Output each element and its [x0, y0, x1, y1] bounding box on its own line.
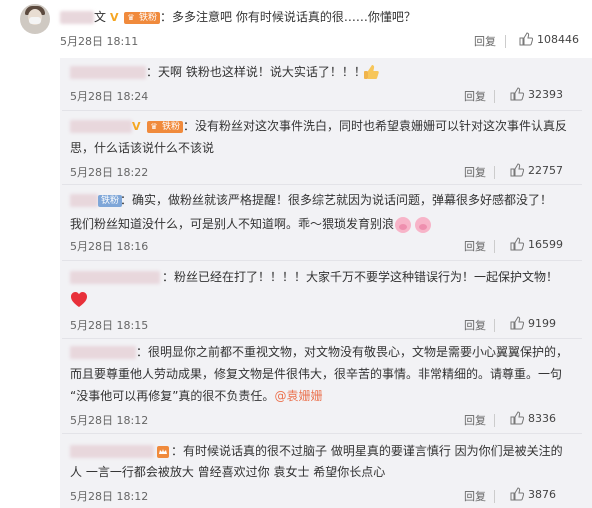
verified-v-icon: V	[132, 120, 141, 133]
thumb-up-icon	[519, 32, 534, 46]
reply-username-blurred[interactable]	[70, 346, 136, 359]
separator	[494, 240, 495, 253]
reply-text-line2: 思，什么话该说什么不该说	[70, 141, 215, 155]
separator	[494, 90, 495, 103]
reply-time: 5月28日 18:12	[70, 490, 149, 503]
fan-badge: 铁粉	[98, 195, 123, 207]
reply-button[interactable]: 回复	[464, 317, 486, 333]
separator	[494, 414, 495, 427]
like-button[interactable]: 22757	[510, 163, 563, 177]
main-comment: 文 V ♛ 铁粉 ：多多注意吧 你有时候说话真的很……你懂吧？ 5月28日 18:…	[0, 0, 592, 56]
reply-button[interactable]: 回复	[464, 238, 486, 254]
reply-text-line1: ：很明显你之前都不重视文物，对文物没有敬畏心，文物是需要小心翼翼保护的，	[136, 345, 569, 359]
username-suffix[interactable]: 文	[94, 7, 106, 27]
thumbs-up-emoji-icon	[362, 63, 380, 84]
fan-level-icon: ♛	[150, 122, 158, 131]
like-button[interactable]: 3876	[510, 487, 556, 501]
pig-face-emoji-icon	[394, 216, 432, 237]
reply-username-blurred[interactable]	[70, 120, 132, 133]
reply-text-line2: 人 一言一行都会被放大 曾经喜欢过你 袁女士 希望你长点心	[70, 465, 386, 479]
thumb-up-icon	[510, 411, 525, 425]
fan-level-badge	[157, 446, 169, 461]
divider	[62, 433, 582, 434]
like-button[interactable]: 16599	[510, 237, 563, 251]
mention-link[interactable]: @袁姗姗	[274, 389, 322, 403]
avatar-mask	[29, 17, 41, 24]
separator	[494, 166, 495, 179]
reply-button[interactable]: 回复	[464, 88, 486, 104]
divider	[62, 110, 582, 111]
thumb-up-icon	[510, 316, 525, 330]
red-heart-emoji-icon	[70, 291, 88, 312]
thumb-up-icon	[510, 87, 525, 101]
thumb-up-icon	[510, 163, 525, 177]
reply-text-line1: ：粉丝已经在打了！！！！大家千万不要学这种错误行为！一起保护文物！	[162, 270, 559, 284]
reply-text-line3: “没事他可以再修复”真的很不负责任。@袁姗姗	[70, 389, 323, 403]
divider	[62, 338, 582, 339]
separator	[494, 490, 495, 503]
reply-time: 5月28日 18:24	[70, 90, 149, 103]
reply-time: 5月28日 18:16	[70, 240, 149, 253]
divider	[62, 260, 582, 261]
thumb-up-icon	[510, 487, 525, 501]
reply-text-line2: 我们粉丝知道没什么，可是别人不知道啊。乖～猥琐发育别浪	[70, 217, 395, 231]
reply-button[interactable]: 回复	[474, 33, 496, 49]
reply-username-blurred[interactable]	[70, 66, 146, 79]
like-button[interactable]: 9199	[510, 316, 556, 330]
fan-badge: ♛ 铁粉	[147, 121, 184, 133]
thumb-up-icon	[510, 237, 525, 251]
reply-button[interactable]: 回复	[464, 412, 486, 428]
reply-text-line1: ：确实，做粉丝就该严格提醒！很多综艺就因为说话问题，弹幕很多好感都没了！	[120, 193, 553, 207]
reply-text-line1: ：没有粉丝对这次事件洗白，同时也希望袁姗姗可以针对这次事件认真反	[183, 119, 568, 133]
like-button[interactable]: 108446	[519, 32, 579, 46]
username-blurred[interactable]	[60, 11, 94, 24]
reply-username-blurred[interactable]	[70, 194, 98, 207]
verified-v-icon: V	[110, 11, 119, 24]
separator	[505, 35, 506, 48]
comment-text: ：多多注意吧 你有时候说话真的很……你懂吧？	[160, 10, 416, 24]
like-button[interactable]: 8336	[510, 411, 556, 425]
reply-time: 5月28日 18:12	[70, 414, 149, 427]
fan-level-icon: ♛	[127, 13, 135, 22]
reply-time: 5月28日 18:15	[70, 319, 149, 332]
reply-username-blurred[interactable]	[70, 271, 160, 284]
reply-button[interactable]: 回复	[464, 164, 486, 180]
reply-button[interactable]: 回复	[464, 488, 486, 504]
separator	[494, 319, 495, 332]
reply-time: 5月28日 18:22	[70, 166, 149, 179]
reply-username-blurred[interactable]	[70, 445, 154, 458]
fan-badge: ♛ 铁粉	[124, 12, 161, 24]
reply-text-line2: 而且要尊重他人劳动成果，修复文物是件很伟大，很辛苦的事情。非常精细的。请尊重。一…	[70, 367, 563, 381]
reply-text: ：天啊 铁粉也这样说！说大实话了！！！	[146, 65, 366, 79]
comment-time: 5月28日 18:11	[60, 35, 139, 48]
like-button[interactable]: 32393	[510, 87, 563, 101]
reply-text-line1: ：有时候说话真的很不过脑子 做明星真的要谨言慎行 因为你们是被关注的	[171, 444, 563, 458]
avatar[interactable]	[20, 4, 50, 34]
divider	[62, 184, 582, 185]
